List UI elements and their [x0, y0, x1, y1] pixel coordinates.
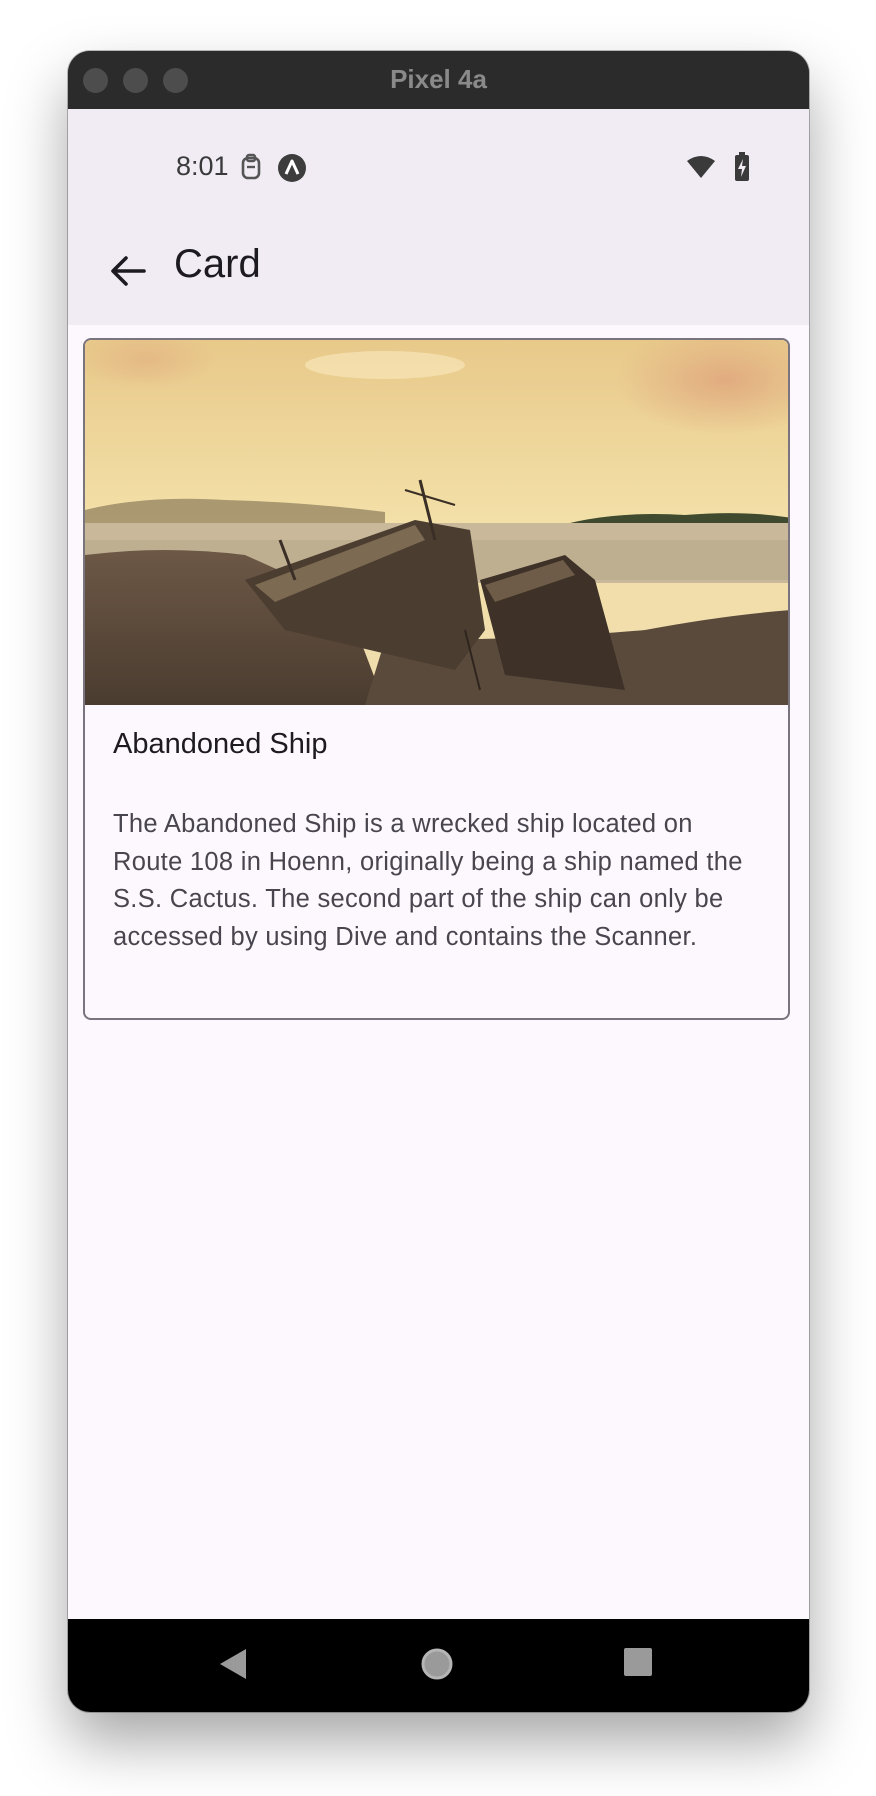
app-bar: 8:01 Card [68, 109, 809, 325]
card-image [85, 340, 788, 705]
page-title: Card [174, 242, 261, 286]
back-triangle-icon[interactable] [218, 1647, 248, 1681]
card-description: The Abandoned Ship is a wrecked ship loc… [113, 810, 743, 951]
app-notification-icon [278, 154, 306, 182]
phone-screen: 8:01 Card Abandoned Ship The Abandoned S… [68, 109, 809, 1712]
back-button[interactable] [98, 241, 158, 301]
emulator-title-bar: Pixel 4a [68, 51, 809, 109]
clipboard-icon [241, 153, 261, 180]
system-navigation-bar [68, 1619, 809, 1712]
emulator-window: Pixel 4a 8:01 Card Abandoned Ship The Ab… [68, 51, 809, 1712]
battery-charging-icon [735, 152, 749, 181]
recents-square-icon[interactable] [623, 1647, 653, 1677]
home-circle-icon[interactable] [420, 1647, 454, 1681]
device-name: Pixel 4a [390, 64, 487, 94]
status-time: 8:01 [176, 151, 229, 181]
wifi-icon [687, 156, 715, 178]
card[interactable]: Abandoned Ship The Abandoned Ship is a w… [83, 338, 790, 1020]
card-title: Abandoned Ship [113, 728, 328, 760]
arrow-back-icon [111, 256, 146, 286]
